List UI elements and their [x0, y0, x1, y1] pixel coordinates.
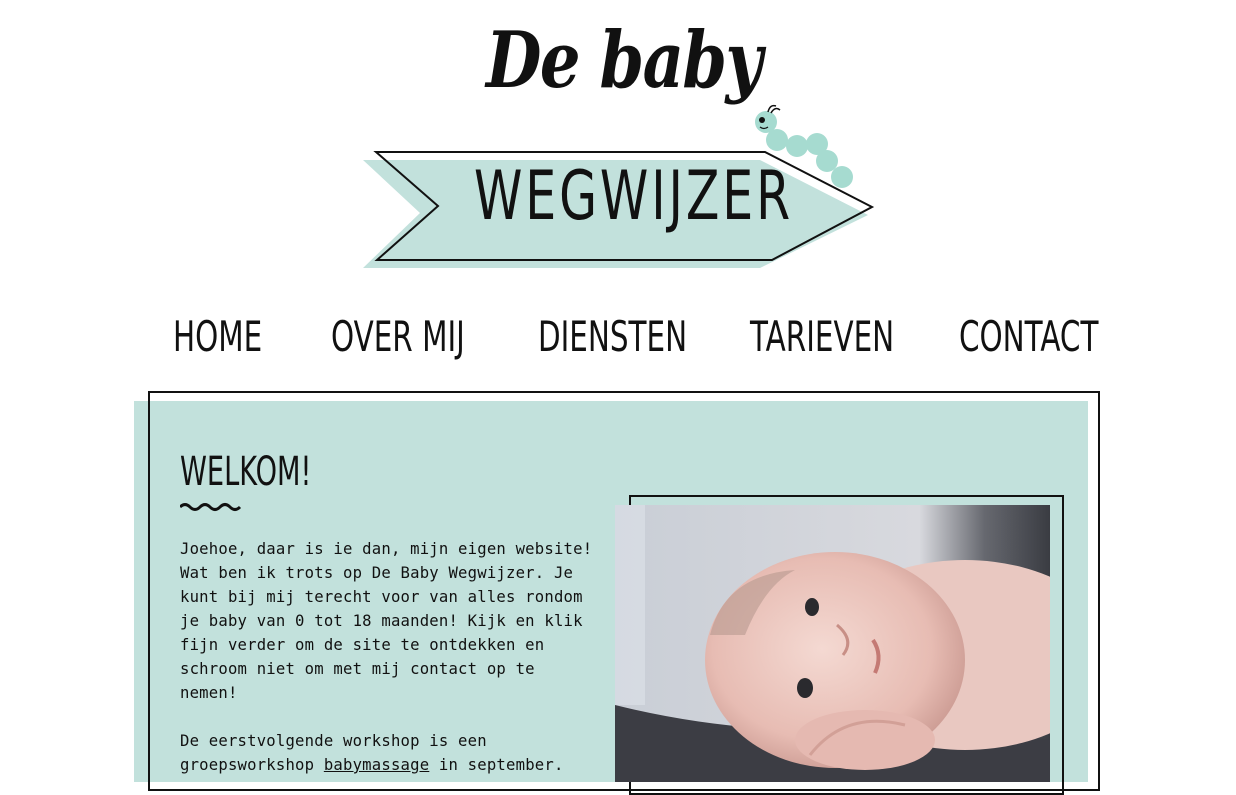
- babymassage-link[interactable]: babymassage: [324, 756, 429, 774]
- nav-contact[interactable]: CONTACT: [959, 316, 1098, 358]
- intro-paragraph: Joehoe, daar is ie dan, mijn eigen websi…: [180, 540, 593, 702]
- nav-over-mij[interactable]: OVER MIJ: [331, 316, 465, 358]
- page-title: WELKOM!: [180, 449, 312, 495]
- nav-diensten[interactable]: DIENSTEN: [538, 316, 687, 358]
- nav-tarieven[interactable]: TARIEVEN: [750, 316, 894, 358]
- workshop-paragraph: De eerstvolgende workshop is een groepsw…: [180, 729, 610, 777]
- main-navigation: HOME OVER MIJ DIENSTEN TARIEVEN CONTACT: [0, 312, 1236, 372]
- site-logo[interactable]: De baby WEGWIJZER: [0, 0, 1236, 290]
- workshop-text-after: in september.: [429, 756, 564, 774]
- logo-word: WEGWIJZER: [474, 157, 793, 236]
- wave-divider-icon: [180, 503, 242, 511]
- nav-home[interactable]: HOME: [173, 316, 262, 358]
- logo-title: De baby: [486, 15, 763, 106]
- baby-photo: [615, 505, 1050, 782]
